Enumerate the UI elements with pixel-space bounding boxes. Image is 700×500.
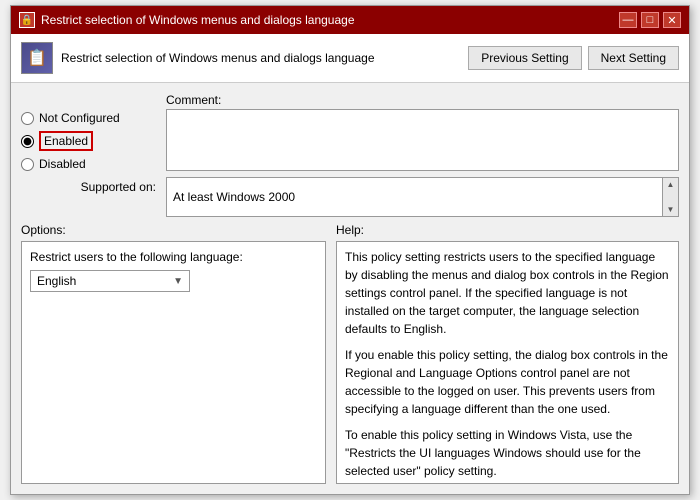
next-setting-button[interactable]: Next Setting — [588, 46, 679, 70]
header-title: Restrict selection of Windows menus and … — [61, 51, 375, 65]
main-content: Not Configured Enabled Disabled Comment: — [11, 83, 689, 494]
radio-not-configured-label: Not Configured — [39, 111, 120, 125]
radio-enabled[interactable]: Enabled — [21, 131, 156, 151]
supported-value: At least Windows 2000 — [173, 190, 295, 204]
radio-enabled-label: Enabled — [39, 131, 93, 151]
options-help-labels: Options: Help: — [21, 223, 679, 237]
supported-row: Supported on: At least Windows 2000 ▲ ▼ — [21, 177, 679, 217]
minimize-button[interactable]: — — [619, 12, 637, 28]
main-window: 🔒 Restrict selection of Windows menus an… — [10, 5, 690, 495]
radio-disabled-input[interactable] — [21, 158, 34, 171]
radio-comment-row: Not Configured Enabled Disabled Comment: — [21, 93, 679, 171]
comment-section: Comment: — [166, 93, 679, 171]
title-bar-controls: — □ ✕ — [619, 12, 681, 28]
header-icon-title: 📋 Restrict selection of Windows menus an… — [21, 42, 375, 74]
options-panel: Restrict users to the following language… — [21, 241, 326, 484]
scroll-down-arrow: ▼ — [667, 205, 675, 214]
radio-enabled-input[interactable] — [21, 135, 34, 148]
scroll-up-arrow: ▲ — [667, 180, 675, 189]
header-row: 📋 Restrict selection of Windows menus an… — [11, 34, 689, 83]
radio-disabled[interactable]: Disabled — [21, 157, 156, 171]
content-area: 📋 Restrict selection of Windows menus an… — [11, 34, 689, 494]
dropdown-arrow-icon: ▼ — [173, 276, 183, 287]
previous-setting-button[interactable]: Previous Setting — [468, 46, 581, 70]
setting-icon: 📋 — [21, 42, 53, 74]
maximize-button[interactable]: □ — [641, 12, 659, 28]
comment-label: Comment: — [166, 93, 679, 107]
title-bar: 🔒 Restrict selection of Windows menus an… — [11, 6, 689, 34]
options-help-section: Options: Help: Restrict users to the fol… — [21, 223, 679, 484]
language-dropdown[interactable]: English ▼ — [30, 270, 190, 292]
supported-box: At least Windows 2000 ▲ ▼ — [166, 177, 679, 217]
window-icon: 🔒 — [19, 12, 35, 28]
help-paragraph-2: If you enable this policy setting, the d… — [345, 346, 670, 418]
supported-label: Supported on: — [21, 177, 156, 194]
window-title: Restrict selection of Windows menus and … — [41, 13, 355, 27]
title-bar-left: 🔒 Restrict selection of Windows menus an… — [19, 12, 355, 28]
help-paragraph-3: To enable this policy setting in Windows… — [345, 426, 670, 480]
comment-textarea[interactable] — [166, 109, 679, 171]
options-help-panels: Restrict users to the following language… — [21, 241, 679, 484]
supported-scrollbar[interactable]: ▲ ▼ — [662, 178, 678, 216]
close-button[interactable]: ✕ — [663, 12, 681, 28]
language-selected-value: English — [37, 274, 76, 288]
radio-group: Not Configured Enabled Disabled — [21, 93, 156, 171]
options-section-label: Options: — [21, 223, 326, 237]
help-paragraph-1: This policy setting restricts users to t… — [345, 248, 670, 338]
restrict-language-label: Restrict users to the following language… — [30, 250, 317, 264]
radio-not-configured-input[interactable] — [21, 112, 34, 125]
help-section-label: Help: — [336, 223, 679, 237]
radio-disabled-label: Disabled — [39, 157, 86, 171]
header-buttons: Previous Setting Next Setting — [468, 46, 679, 70]
radio-not-configured[interactable]: Not Configured — [21, 111, 156, 125]
help-panel: This policy setting restricts users to t… — [336, 241, 679, 484]
